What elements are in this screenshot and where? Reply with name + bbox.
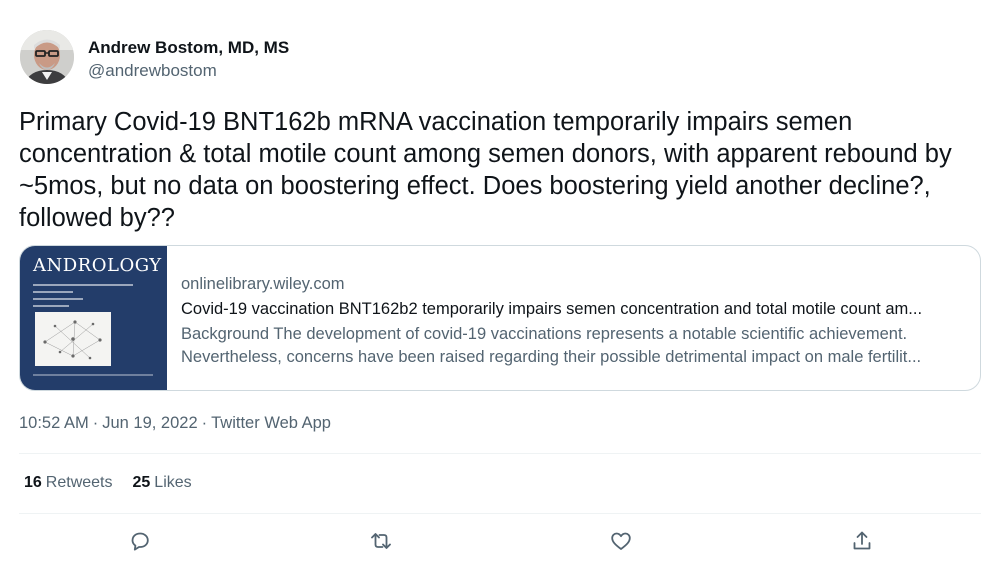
likes-stat[interactable]: 25 Likes [133,474,192,491]
thumbnail-journal-title: ANDROLOGY [33,255,162,276]
retweet-icon [371,533,391,549]
share-icon [853,531,871,550]
avatar[interactable] [20,30,74,84]
card-description: Background The development of covid-19 v… [181,323,971,369]
author-name[interactable]: Andrew Bostom, MD, MS [88,38,289,58]
divider [19,453,981,454]
heart-icon [611,532,631,550]
share-button[interactable] [847,526,877,556]
thumbnail-figure [35,312,111,366]
link-card[interactable]: ANDROLOGY onlinelibrary.wiley.com Covid-… [19,245,981,391]
thumbnail-text-lines [33,284,143,312]
engagement-stats: 16 Retweets 25 Likes [24,474,212,492]
tweet-source: Twitter Web App [211,414,331,432]
avatar-photo [20,30,74,84]
retweet-button[interactable] [366,526,396,556]
card-description-line: Nevertheless, concerns have been raised … [181,348,922,366]
retweets-stat[interactable]: 16 Retweets [24,474,113,491]
like-button[interactable] [606,526,636,556]
tweet-date[interactable]: Jun 19, 2022 [102,414,197,432]
tweet-timestamp: 10:52 AM · Jun 19, 2022 · Twitter Web App [19,414,331,432]
tweet-text: Primary Covid-19 BNT162b mRNA vaccinatio… [19,108,952,232]
divider [19,513,981,514]
author-handle[interactable]: @andrewbostom [88,61,217,81]
card-description-line: Background The development of covid-19 v… [181,325,908,343]
reply-icon [131,532,149,551]
tweet-time[interactable]: 10:52 AM [19,414,89,432]
action-bar [0,526,1000,556]
tweet: Andrew Bostom, MD, MS @andrewbostom Prim… [0,0,1000,579]
card-thumbnail: ANDROLOGY [20,246,167,390]
reply-button[interactable] [125,526,155,556]
card-domain: onlinelibrary.wiley.com [181,275,345,293]
card-title: Covid-19 vaccination BNT162b2 temporaril… [181,300,923,318]
